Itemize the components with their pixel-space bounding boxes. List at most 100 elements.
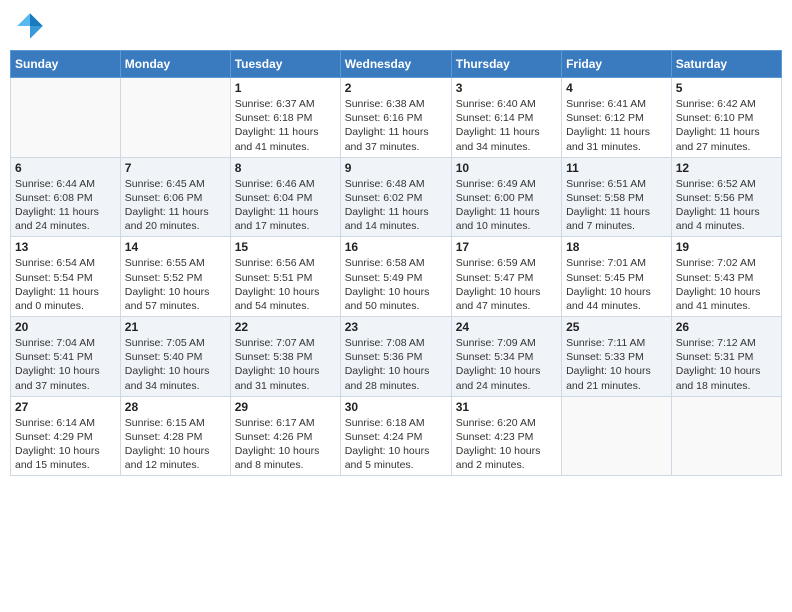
- calendar-cell: 24 Sunrise: 7:09 AM Sunset: 5:34 PM Dayli…: [451, 317, 561, 397]
- day-info: Sunrise: 6:56 AM Sunset: 5:51 PM Dayligh…: [235, 256, 336, 313]
- day-info: Sunrise: 6:18 AM Sunset: 4:24 PM Dayligh…: [345, 416, 447, 473]
- day-info: Sunrise: 6:44 AM Sunset: 6:08 PM Dayligh…: [15, 177, 116, 234]
- day-number: 28: [125, 400, 226, 414]
- calendar-cell: 17 Sunrise: 6:59 AM Sunset: 5:47 PM Dayli…: [451, 237, 561, 317]
- day-number: 4: [566, 81, 667, 95]
- weekday-header-monday: Monday: [120, 51, 230, 78]
- calendar-cell: 26 Sunrise: 7:12 AM Sunset: 5:31 PM Dayli…: [671, 317, 781, 397]
- weekday-header-saturday: Saturday: [671, 51, 781, 78]
- day-number: 5: [676, 81, 777, 95]
- logo-icon: [14, 10, 46, 42]
- day-info: Sunrise: 6:15 AM Sunset: 4:28 PM Dayligh…: [125, 416, 226, 473]
- day-number: 11: [566, 161, 667, 175]
- day-info: Sunrise: 6:48 AM Sunset: 6:02 PM Dayligh…: [345, 177, 447, 234]
- calendar-cell: 6 Sunrise: 6:44 AM Sunset: 6:08 PM Daylig…: [11, 157, 121, 237]
- calendar-cell: 22Sunrise: 7:07 AM Sunset: 5:38 PM Dayli…: [230, 317, 340, 397]
- day-number: 6: [15, 161, 116, 175]
- day-number: 7: [125, 161, 226, 175]
- day-info: Sunrise: 6:41 AM Sunset: 6:12 PM Dayligh…: [566, 97, 667, 154]
- day-number: 31: [456, 400, 557, 414]
- day-info: Sunrise: 6:37 AM Sunset: 6:18 PM Dayligh…: [235, 97, 336, 154]
- calendar-cell: 23 Sunrise: 7:08 AM Sunset: 5:36 PM Dayli…: [340, 317, 451, 397]
- day-number: 29: [235, 400, 336, 414]
- calendar-cell: [11, 78, 121, 158]
- day-number: 26: [676, 320, 777, 334]
- day-info: Sunrise: 7:12 AM Sunset: 5:31 PM Dayligh…: [676, 336, 777, 393]
- calendar-cell: 2 Sunrise: 6:38 AM Sunset: 6:16 PM Daylig…: [340, 78, 451, 158]
- day-info: Sunrise: 7:11 AM Sunset: 5:33 PM Dayligh…: [566, 336, 667, 393]
- calendar-cell: 18 Sunrise: 7:01 AM Sunset: 5:45 PM Dayli…: [562, 237, 672, 317]
- day-info: Sunrise: 6:55 AM Sunset: 5:52 PM Dayligh…: [125, 256, 226, 313]
- calendar-cell: 13Sunrise: 6:54 AM Sunset: 5:54 PM Dayli…: [11, 237, 121, 317]
- calendar-cell: 1Sunrise: 6:37 AM Sunset: 6:18 PM Daylig…: [230, 78, 340, 158]
- calendar-cell: 16Sunrise: 6:58 AM Sunset: 5:49 PM Dayli…: [340, 237, 451, 317]
- calendar-cell: 21 Sunrise: 7:05 AM Sunset: 5:40 PM Dayli…: [120, 317, 230, 397]
- day-number: 14: [125, 240, 226, 254]
- day-number: 9: [345, 161, 447, 175]
- calendar-cell: 29Sunrise: 6:17 AM Sunset: 4:26 PM Dayli…: [230, 396, 340, 476]
- day-info: Sunrise: 6:46 AM Sunset: 6:04 PM Dayligh…: [235, 177, 336, 234]
- weekday-header-wednesday: Wednesday: [340, 51, 451, 78]
- day-info: Sunrise: 7:07 AM Sunset: 5:38 PM Dayligh…: [235, 336, 336, 393]
- day-number: 10: [456, 161, 557, 175]
- calendar-cell: 30 Sunrise: 6:18 AM Sunset: 4:24 PM Dayli…: [340, 396, 451, 476]
- day-number: 3: [456, 81, 557, 95]
- weekday-header-tuesday: Tuesday: [230, 51, 340, 78]
- day-number: 2: [345, 81, 447, 95]
- day-info: Sunrise: 7:08 AM Sunset: 5:36 PM Dayligh…: [345, 336, 447, 393]
- day-info: Sunrise: 6:52 AM Sunset: 5:56 PM Dayligh…: [676, 177, 777, 234]
- calendar-cell: 4 Sunrise: 6:41 AM Sunset: 6:12 PM Daylig…: [562, 78, 672, 158]
- day-info: Sunrise: 7:04 AM Sunset: 5:41 PM Dayligh…: [15, 336, 116, 393]
- day-info: Sunrise: 6:40 AM Sunset: 6:14 PM Dayligh…: [456, 97, 557, 154]
- calendar-cell: 19 Sunrise: 7:02 AM Sunset: 5:43 PM Dayli…: [671, 237, 781, 317]
- day-info: Sunrise: 7:09 AM Sunset: 5:34 PM Dayligh…: [456, 336, 557, 393]
- day-number: 24: [456, 320, 557, 334]
- calendar-cell: 20 Sunrise: 7:04 AM Sunset: 5:41 PM Dayli…: [11, 317, 121, 397]
- day-info: Sunrise: 6:20 AM Sunset: 4:23 PM Dayligh…: [456, 416, 557, 473]
- calendar-week-row: 27Sunrise: 6:14 AM Sunset: 4:29 PM Dayli…: [11, 396, 782, 476]
- calendar-cell: 28 Sunrise: 6:15 AM Sunset: 4:28 PM Dayli…: [120, 396, 230, 476]
- day-number: 30: [345, 400, 447, 414]
- calendar-week-row: 13Sunrise: 6:54 AM Sunset: 5:54 PM Dayli…: [11, 237, 782, 317]
- calendar-table: SundayMondayTuesdayWednesdayThursdayFrid…: [10, 50, 782, 476]
- calendar-cell: 12Sunrise: 6:52 AM Sunset: 5:56 PM Dayli…: [671, 157, 781, 237]
- day-number: 17: [456, 240, 557, 254]
- logo: [14, 10, 48, 42]
- day-number: 23: [345, 320, 447, 334]
- day-number: 13: [15, 240, 116, 254]
- day-info: Sunrise: 7:05 AM Sunset: 5:40 PM Dayligh…: [125, 336, 226, 393]
- calendar-cell: 15 Sunrise: 6:56 AM Sunset: 5:51 PM Dayli…: [230, 237, 340, 317]
- day-number: 20: [15, 320, 116, 334]
- day-info: Sunrise: 7:02 AM Sunset: 5:43 PM Dayligh…: [676, 256, 777, 313]
- calendar-cell: 5 Sunrise: 6:42 AM Sunset: 6:10 PM Daylig…: [671, 78, 781, 158]
- day-number: 25: [566, 320, 667, 334]
- weekday-header-sunday: Sunday: [11, 51, 121, 78]
- calendar-cell: [562, 396, 672, 476]
- calendar-cell: [120, 78, 230, 158]
- calendar-cell: 8Sunrise: 6:46 AM Sunset: 6:04 PM Daylig…: [230, 157, 340, 237]
- calendar-cell: 27Sunrise: 6:14 AM Sunset: 4:29 PM Dayli…: [11, 396, 121, 476]
- calendar-week-row: 1Sunrise: 6:37 AM Sunset: 6:18 PM Daylig…: [11, 78, 782, 158]
- day-number: 27: [15, 400, 116, 414]
- day-info: Sunrise: 6:58 AM Sunset: 5:49 PM Dayligh…: [345, 256, 447, 313]
- weekday-header-thursday: Thursday: [451, 51, 561, 78]
- calendar-cell: 10 Sunrise: 6:49 AM Sunset: 6:00 PM Dayli…: [451, 157, 561, 237]
- day-number: 18: [566, 240, 667, 254]
- day-info: Sunrise: 7:01 AM Sunset: 5:45 PM Dayligh…: [566, 256, 667, 313]
- calendar-cell: [671, 396, 781, 476]
- day-info: Sunrise: 6:49 AM Sunset: 6:00 PM Dayligh…: [456, 177, 557, 234]
- day-info: Sunrise: 6:42 AM Sunset: 6:10 PM Dayligh…: [676, 97, 777, 154]
- weekday-header-row: SundayMondayTuesdayWednesdayThursdayFrid…: [11, 51, 782, 78]
- calendar-cell: 3 Sunrise: 6:40 AM Sunset: 6:14 PM Daylig…: [451, 78, 561, 158]
- day-number: 21: [125, 320, 226, 334]
- calendar-cell: 7Sunrise: 6:45 AM Sunset: 6:06 PM Daylig…: [120, 157, 230, 237]
- calendar-cell: 31 Sunrise: 6:20 AM Sunset: 4:23 PM Dayli…: [451, 396, 561, 476]
- calendar-cell: 25 Sunrise: 7:11 AM Sunset: 5:33 PM Dayli…: [562, 317, 672, 397]
- day-number: 19: [676, 240, 777, 254]
- calendar-cell: 14 Sunrise: 6:55 AM Sunset: 5:52 PM Dayli…: [120, 237, 230, 317]
- day-info: Sunrise: 6:38 AM Sunset: 6:16 PM Dayligh…: [345, 97, 447, 154]
- calendar-week-row: 6 Sunrise: 6:44 AM Sunset: 6:08 PM Daylig…: [11, 157, 782, 237]
- day-number: 15: [235, 240, 336, 254]
- day-info: Sunrise: 6:59 AM Sunset: 5:47 PM Dayligh…: [456, 256, 557, 313]
- day-info: Sunrise: 6:51 AM Sunset: 5:58 PM Dayligh…: [566, 177, 667, 234]
